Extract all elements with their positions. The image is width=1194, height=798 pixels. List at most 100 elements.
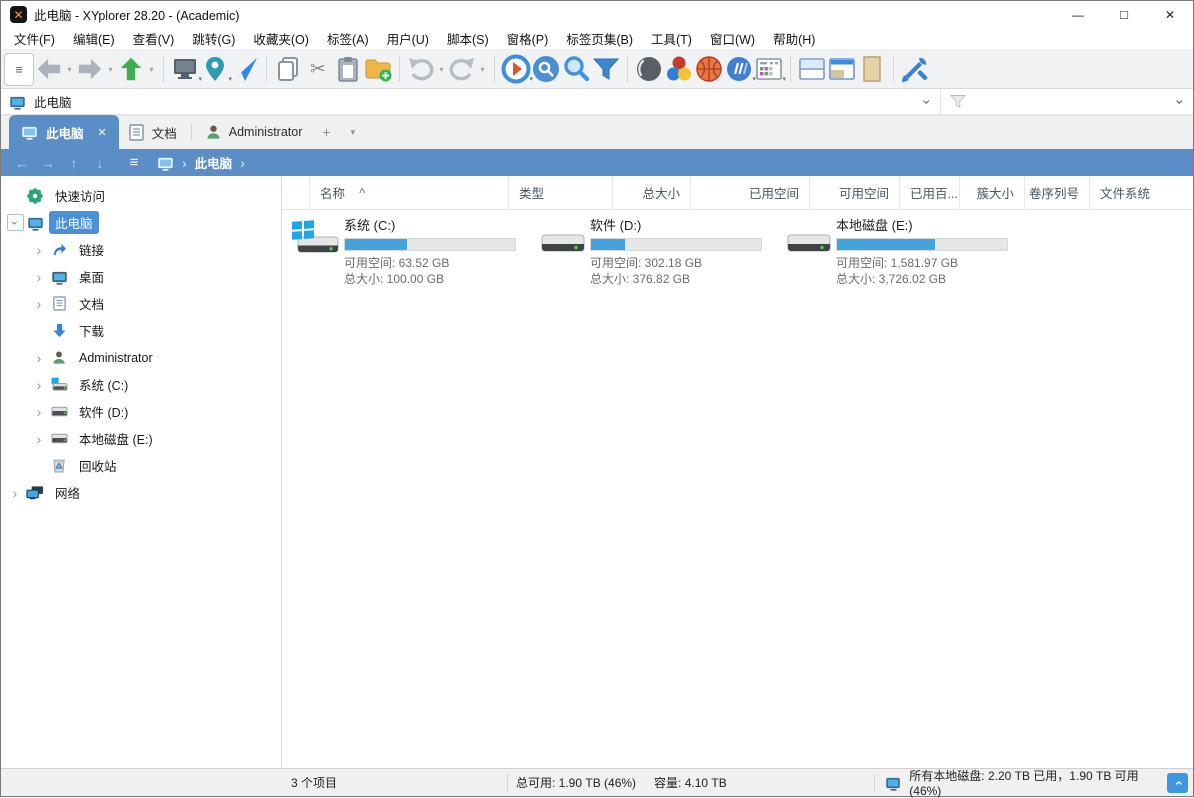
tree-item-administrator[interactable]: › Administrator bbox=[1, 344, 281, 371]
menu-scripting[interactable]: 脚本(S) bbox=[438, 28, 498, 49]
new-folder-button[interactable] bbox=[363, 53, 393, 85]
menu-user[interactable]: 用户(U) bbox=[378, 28, 438, 49]
report-dropdown[interactable]: ▾ bbox=[782, 75, 786, 83]
computer-icon[interactable] bbox=[158, 157, 172, 167]
tree-item-drive-e[interactable]: › 本地磁盘 (E:) bbox=[1, 425, 281, 452]
tree-expand-icon[interactable]: › bbox=[29, 242, 49, 258]
tab-this-pc[interactable]: 此电脑 ✕ bbox=[9, 115, 119, 149]
tree-item-drive-d[interactable]: › 软件 (D:) bbox=[1, 398, 281, 425]
tree-expand-icon[interactable]: › bbox=[5, 485, 25, 501]
crumb-forward-icon[interactable]: → bbox=[35, 155, 61, 171]
maximize-button[interactable]: □ bbox=[1101, 1, 1147, 28]
tree-expand-icon[interactable]: › bbox=[29, 431, 49, 447]
back-dropdown[interactable]: ▾ bbox=[64, 53, 75, 85]
redo-button[interactable] bbox=[447, 53, 477, 85]
column-used-percent[interactable]: 已用百... bbox=[900, 176, 960, 209]
navigate-arrow-button[interactable] bbox=[230, 53, 260, 85]
breadcrumb-chevron[interactable]: › bbox=[240, 155, 245, 171]
panel-layout-button[interactable] bbox=[827, 53, 857, 85]
column-type[interactable]: 类型 bbox=[509, 176, 613, 209]
menu-tools[interactable]: 工具(T) bbox=[642, 28, 701, 49]
column-cluster-size[interactable]: 簇大小 bbox=[960, 176, 1025, 209]
menu-edit[interactable]: 编辑(E) bbox=[64, 28, 124, 49]
filter-funnel-button[interactable] bbox=[591, 53, 621, 85]
report-grid-button[interactable]: ▾ bbox=[754, 53, 784, 85]
tree-item-network[interactable]: › 网络 bbox=[1, 479, 281, 506]
tab-list-dropdown[interactable]: ▾ bbox=[341, 115, 366, 149]
drive-tile-d[interactable]: 软件 (D:) 可用空间: 302.18 GB 总大小: 376.82 GB bbox=[538, 215, 784, 287]
live-filter-button[interactable]: ▾ bbox=[501, 53, 531, 85]
tree-expand-icon[interactable]: › bbox=[29, 350, 49, 366]
column-serial[interactable]: 卷序列号 bbox=[1025, 176, 1090, 209]
column-name[interactable]: 名称 ^ bbox=[310, 176, 509, 209]
tree-item-this-pc[interactable]: › 此电脑 bbox=[1, 209, 281, 236]
tree-item-quick-access[interactable]: 快速访问 bbox=[1, 182, 281, 209]
color-filters-button[interactable] bbox=[664, 53, 694, 85]
tree-item-recycle-bin[interactable]: 回收站 bbox=[1, 452, 281, 479]
undo-button[interactable] bbox=[406, 53, 436, 85]
tree-item-drive-c[interactable]: › 系统 (C:) bbox=[1, 371, 281, 398]
close-button[interactable]: ✕ bbox=[1147, 1, 1193, 28]
new-tab-button[interactable]: + bbox=[312, 115, 340, 149]
paste-button[interactable] bbox=[333, 53, 363, 85]
up-button[interactable] bbox=[116, 53, 146, 85]
tab-administrator[interactable]: Administrator bbox=[196, 115, 313, 149]
goto-computer-button[interactable]: ▾ bbox=[170, 53, 200, 85]
menu-help[interactable]: 帮助(H) bbox=[764, 28, 824, 49]
tree-item-desktop[interactable]: › 桌面 bbox=[1, 263, 281, 290]
minimize-button[interactable]: — bbox=[1055, 1, 1101, 28]
tag-ball-button[interactable] bbox=[694, 53, 724, 85]
cut-button[interactable]: ✂ bbox=[303, 53, 333, 85]
address-bar[interactable]: 此电脑 › bbox=[1, 89, 941, 114]
status-expand-button[interactable]: › bbox=[1167, 773, 1188, 793]
column-filesystem[interactable]: 文件系统 bbox=[1090, 176, 1193, 209]
tree-expand-icon[interactable]: › bbox=[29, 377, 49, 393]
tree-item-links[interactable]: › 链接 bbox=[1, 236, 281, 263]
copy-button[interactable] bbox=[273, 53, 303, 85]
crumb-down-icon[interactable]: ↓ bbox=[87, 155, 113, 171]
visual-filter-box[interactable]: › bbox=[941, 89, 1193, 114]
drive-tile-c[interactable]: 系统 (C:) 可用空间: 63.52 GB 总大小: 100.00 GB bbox=[292, 215, 538, 287]
tree-item-documents[interactable]: › 文档 bbox=[1, 290, 281, 317]
menu-panes[interactable]: 窗格(P) bbox=[498, 28, 558, 49]
search-button[interactable] bbox=[561, 53, 591, 85]
tree-collapse-icon[interactable]: › bbox=[7, 214, 24, 231]
tab-documents[interactable]: 文档 bbox=[119, 115, 187, 149]
breadcrumb-crumb[interactable]: 此电脑 bbox=[195, 153, 233, 172]
tab-close-icon[interactable]: ✕ bbox=[98, 126, 107, 139]
breadcrumb-menu-icon[interactable]: ≡ bbox=[119, 154, 149, 171]
split-horizontal-button[interactable] bbox=[797, 53, 827, 85]
column-total-size[interactable]: 总大小 bbox=[613, 176, 691, 209]
menu-favorites[interactable]: 收藏夹(O) bbox=[244, 28, 318, 49]
filter-dropdown-icon[interactable]: › bbox=[1174, 99, 1188, 104]
tree-expand-icon[interactable]: › bbox=[29, 404, 49, 420]
dark-mode-button[interactable] bbox=[634, 53, 664, 85]
column-free-space[interactable]: 可用空间 bbox=[810, 176, 900, 209]
address-dropdown-icon[interactable]: › bbox=[921, 99, 935, 104]
crumb-back-icon[interactable]: ← bbox=[9, 155, 35, 171]
forward-dropdown[interactable]: ▾ bbox=[105, 53, 116, 85]
menu-view[interactable]: 查看(V) bbox=[124, 28, 184, 49]
forward-button[interactable] bbox=[75, 53, 105, 85]
menu-tabsets[interactable]: 标签页集(B) bbox=[557, 28, 642, 49]
drive-tile-e[interactable]: 本地磁盘 (E:) 可用空间: 1,581.97 GB 总大小: 3,726.0… bbox=[784, 215, 1030, 287]
find-files-button[interactable] bbox=[531, 53, 561, 85]
menu-file[interactable]: 文件(F) bbox=[5, 28, 64, 49]
preview-panel-button[interactable] bbox=[857, 53, 887, 85]
column-used-space[interactable]: 已用空间 bbox=[691, 176, 810, 209]
menu-window[interactable]: 窗口(W) bbox=[701, 28, 764, 49]
back-button[interactable] bbox=[34, 53, 64, 85]
redo-dropdown[interactable]: ▾ bbox=[477, 53, 488, 85]
up-dropdown[interactable]: ▾ bbox=[146, 53, 157, 85]
location-pin-button[interactable]: ▾ bbox=[200, 53, 230, 85]
toolbar-toggle-button[interactable]: ≡ bbox=[4, 53, 34, 86]
tools-settings-button[interactable] bbox=[900, 53, 930, 85]
tree-expand-icon[interactable]: › bbox=[29, 269, 49, 285]
tree-item-downloads[interactable]: 下载 bbox=[1, 317, 281, 344]
tree-expand-icon[interactable]: › bbox=[29, 296, 49, 312]
breadcrumb-chevron[interactable]: › bbox=[182, 155, 187, 171]
label-badge-button[interactable]: ▾ bbox=[724, 53, 754, 85]
menu-tags[interactable]: 标签(A) bbox=[318, 28, 378, 49]
menu-go[interactable]: 跳转(G) bbox=[183, 28, 244, 49]
undo-dropdown[interactable]: ▾ bbox=[436, 53, 447, 85]
